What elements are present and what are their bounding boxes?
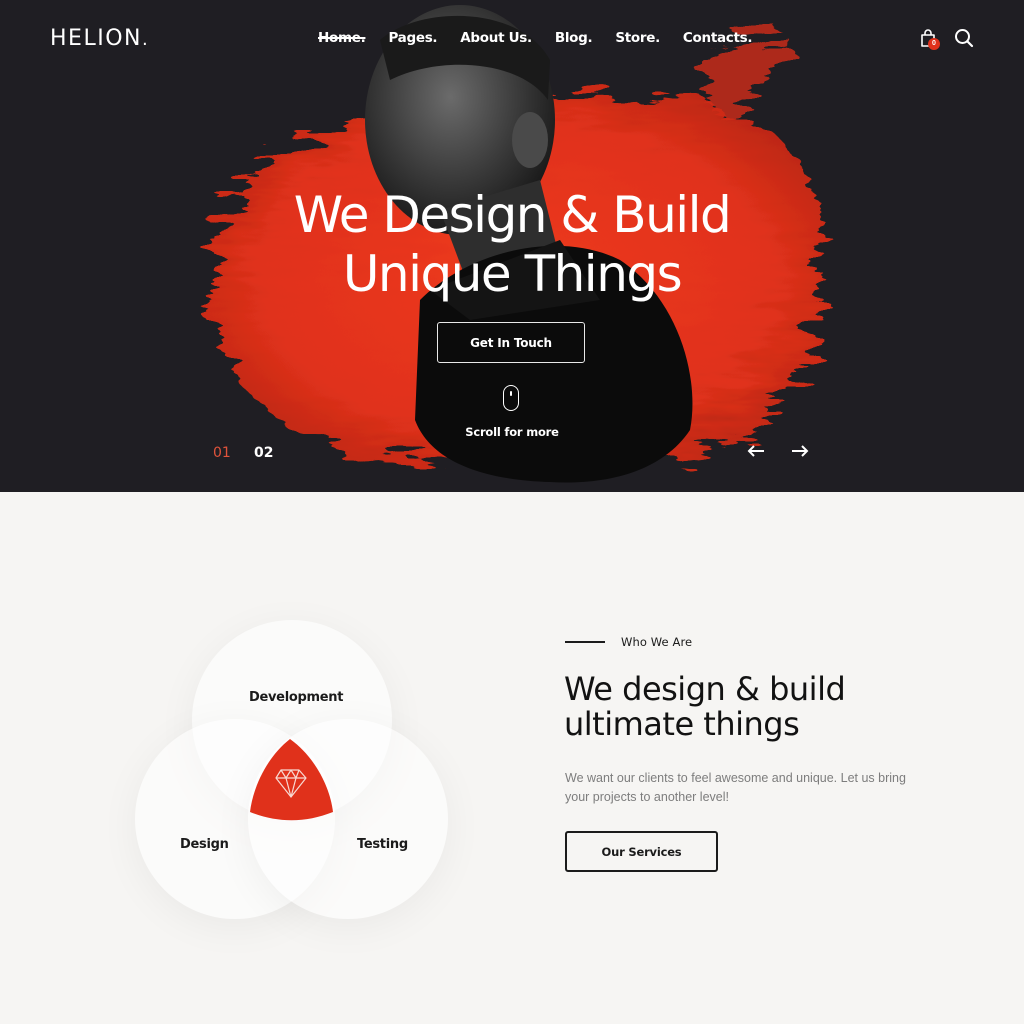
- arrow-right-icon[interactable]: [790, 442, 810, 460]
- hero-title-line-1: We Design & Build: [293, 186, 732, 244]
- nav-home[interactable]: Home.: [318, 30, 366, 46]
- hero-title: We Design & Build Unique Things: [0, 186, 1024, 304]
- nav-contacts[interactable]: Contacts.: [683, 30, 753, 46]
- mouse-icon: [503, 385, 519, 411]
- arrow-left-icon[interactable]: [746, 442, 766, 460]
- search-icon[interactable]: [953, 27, 975, 49]
- venn-diagram: Development Design Testing: [130, 615, 460, 930]
- section-eyebrow: Who We Are: [621, 635, 693, 649]
- our-services-button[interactable]: Our Services: [565, 831, 718, 872]
- eyebrow-divider: [565, 641, 605, 643]
- venn-intersection: [250, 739, 333, 821]
- venn-intersection-shape: [250, 739, 333, 821]
- nav-pages[interactable]: Pages.: [388, 30, 437, 46]
- about-title-line-2: ultimate things: [564, 705, 800, 743]
- about-title-line-1: We design & build: [564, 670, 846, 708]
- scroll-for-more-label[interactable]: Scroll for more: [0, 425, 1024, 439]
- nav-store[interactable]: Store.: [615, 30, 660, 46]
- venn-label-design: Design: [180, 837, 229, 852]
- nav-about-us[interactable]: About Us.: [460, 30, 532, 46]
- hero-section: HELION. Home. Pages. About Us. Blog. Sto…: [0, 0, 1024, 492]
- main-nav: Home. Pages. About Us. Blog. Store. Cont…: [318, 30, 775, 46]
- logo-text: HELION: [50, 26, 142, 51]
- about-description: We want our clients to feel awesome and …: [565, 771, 906, 804]
- about-title: We design & build ultimate things: [564, 670, 846, 743]
- get-in-touch-button[interactable]: Get In Touch: [437, 322, 585, 363]
- slide-indicator-01[interactable]: 01: [213, 445, 231, 461]
- venn-label-development: Development: [249, 690, 344, 705]
- slide-indicator-02[interactable]: 02: [254, 445, 273, 461]
- logo-dot: .: [141, 29, 150, 50]
- hero-title-line-2: Unique Things: [342, 245, 683, 303]
- nav-blog[interactable]: Blog.: [555, 30, 593, 46]
- brand-logo[interactable]: HELION.: [50, 26, 149, 51]
- venn-label-testing: Testing: [357, 837, 408, 852]
- cart-count-badge: 0: [928, 38, 940, 50]
